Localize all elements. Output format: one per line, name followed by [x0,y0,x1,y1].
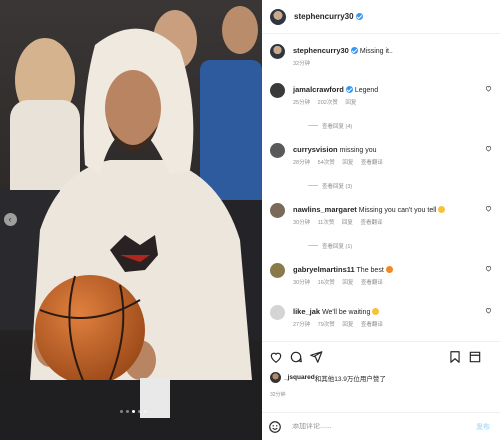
action-bar [262,341,500,371]
comment-time: 25分钟 [293,100,311,106]
comment-text: The best [356,267,384,274]
comment-avatar[interactable] [270,143,285,158]
comment-icon[interactable] [289,350,303,364]
emoji-icon [385,266,393,273]
verified-badge-icon [345,86,353,93]
carousel-dots [120,410,147,413]
comment-likes[interactable]: 11次赞 [318,220,335,226]
add-comment-bar: 发布 [262,412,500,440]
carousel-dot-active [132,410,135,413]
verified-badge-icon [355,13,363,20]
reply-button[interactable]: 回复 [342,220,353,226]
comment-username[interactable]: like_jak [293,307,320,316]
verified-badge-icon [350,47,358,54]
comment-likes[interactable]: 202次赞 [318,100,338,106]
comment-text: Legend [354,87,379,94]
author-username[interactable]: stephencurry30 [294,12,354,21]
reply-button[interactable]: 回复 [345,100,356,106]
caption-username[interactable]: stephencurry30 [293,46,349,55]
translate-button[interactable]: 查看翻译 [361,160,383,166]
comment-username[interactable]: nawlins_margaret [293,205,357,214]
comment-avatar[interactable] [270,263,285,278]
translate-button[interactable]: 查看翻译 [361,280,383,286]
bookmark-icon[interactable] [448,350,462,364]
post-header: stephencurry30 [262,0,500,34]
liker-username[interactable]: _jsquared [284,374,315,381]
share-icon[interactable] [309,350,323,364]
comment-avatar[interactable] [270,203,285,218]
comment-time: 28分钟 [293,160,311,166]
comment-username[interactable]: gabryelmartins11 [293,265,355,274]
translate-button[interactable]: 查看翻译 [361,322,383,328]
comment-time: 27分钟 [293,322,311,328]
comment-likes[interactable]: 54次赞 [318,160,335,166]
comment-text: Missing you can't you tell [358,207,437,214]
view-replies-button[interactable]: 查看回复 (3) [308,182,352,190]
comments-panel: stephencurry30 stephencurry30 Missing it… [262,0,500,440]
view-replies-button[interactable]: 查看回复 (1) [308,242,352,250]
comment-username[interactable]: currysvision [293,145,338,154]
comment-avatar[interactable] [270,83,285,98]
heart-icon[interactable] [485,85,492,92]
emoji-icon[interactable] [268,420,282,434]
post-time: 32分钟 [270,392,286,398]
author-avatar[interactable] [270,8,286,25]
comment-text: missing you [339,147,377,154]
reply-button[interactable]: 回复 [342,280,353,286]
view-replies-button[interactable]: 查看回复 (4) [308,122,352,130]
comment-likes[interactable]: 79次赞 [318,322,335,328]
emoji-icon [372,308,380,315]
liker-avatar[interactable] [270,372,281,383]
comments-list: stephencurry30 Missing it.. 32分钟 jamalcr… [262,34,500,334]
comment-input[interactable] [292,423,442,430]
author-avatar[interactable] [270,44,285,59]
comment-avatar[interactable] [270,305,285,320]
carousel-dot [120,410,123,413]
comment-username[interactable]: jamalcrawford [293,85,344,94]
carousel-dot [126,410,129,413]
comment-text: We'll be waiting [322,309,371,316]
post-image[interactable]: ‹ [0,0,262,440]
likes-suffix[interactable]: 和其他13.9万位用户赞了 [315,373,386,383]
post-photo [0,0,262,440]
reply-button[interactable]: 回复 [342,322,353,328]
likes-summary: _jsquared 和其他13.9万位用户赞了 [270,372,386,383]
expand-icon[interactable] [468,350,482,364]
comment-time: 30分钟 [293,220,311,226]
comment-time: 30分钟 [293,280,311,286]
carousel-dot [138,410,141,413]
heart-icon[interactable] [485,265,492,272]
heart-icon[interactable] [269,350,283,364]
heart-icon[interactable] [485,205,492,212]
reply-button[interactable]: 回复 [342,160,353,166]
caption-text: Missing it.. [359,48,393,55]
post-comment-button[interactable]: 发布 [476,422,490,432]
heart-icon[interactable] [485,307,492,314]
translate-button[interactable]: 查看翻译 [360,220,382,226]
emoji-icon [438,206,446,213]
heart-icon[interactable] [485,145,492,152]
caption-time: 32分钟 [293,61,311,67]
chevron-left-icon[interactable]: ‹ [4,213,17,226]
comment-likes[interactable]: 16次赞 [318,280,335,286]
carousel-dot [144,410,147,413]
